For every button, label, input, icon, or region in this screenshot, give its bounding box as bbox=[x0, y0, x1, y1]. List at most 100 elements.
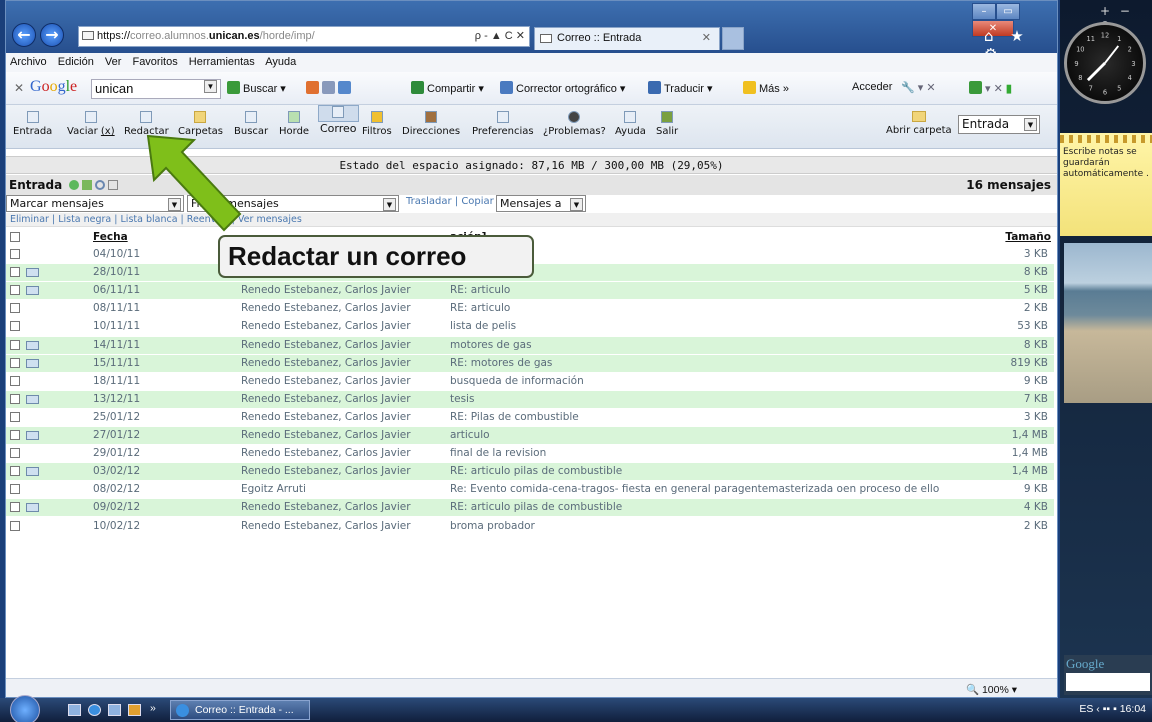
start-button[interactable] bbox=[10, 695, 40, 722]
tray-icons[interactable]: ‹ ▪▪ ▪ bbox=[1096, 703, 1119, 715]
ie-icon[interactable] bbox=[88, 704, 101, 716]
table-row[interactable]: 15/11/11 Renedo Estebanez, Carlos Javier R… bbox=[6, 354, 1054, 372]
table-row[interactable]: 08/02/12 Egoitz Arruti Re: Evento comida-c… bbox=[6, 481, 1054, 498]
row-from[interactable]: Renedo Estebanez, Carlos Javier bbox=[241, 300, 411, 317]
forward-button[interactable]: → bbox=[40, 23, 64, 47]
direcciones-button[interactable]: Direcciones bbox=[402, 111, 460, 137]
row-from[interactable]: Renedo Estebanez, Carlos Javier bbox=[241, 318, 411, 335]
row-subject[interactable]: broma probador bbox=[450, 518, 990, 535]
row-checkbox[interactable] bbox=[10, 339, 20, 350]
row-subject[interactable]: RE: articulo bbox=[450, 282, 990, 299]
menu-herramientas[interactable]: Herramientas bbox=[189, 56, 255, 68]
clock-time[interactable]: 16:04 bbox=[1120, 703, 1146, 715]
row-subject[interactable]: lista de pelis bbox=[450, 318, 990, 335]
chevron-down-icon[interactable]: ▼ bbox=[570, 198, 583, 211]
row-subject[interactable]: RE: Pilas de combustible bbox=[450, 409, 990, 426]
toolbar-close-icon[interactable]: ✕ bbox=[14, 81, 24, 95]
notes-gadget[interactable]: Escribe notas se guardarán automáticamen… bbox=[1060, 133, 1152, 236]
target-folder-select[interactable]: Mensajes a ▼ bbox=[496, 195, 586, 212]
zoom-control[interactable]: 🔍 100% ▾ bbox=[966, 683, 1017, 696]
ayuda-button[interactable]: Ayuda bbox=[615, 111, 646, 137]
table-row[interactable]: 13/12/11 Renedo Estebanez, Carlos Javier t… bbox=[6, 390, 1054, 408]
row-from[interactable]: Renedo Estebanez, Carlos Javier bbox=[241, 499, 411, 516]
row-checkbox[interactable] bbox=[10, 411, 20, 422]
table-row[interactable]: 27/01/12 Renedo Estebanez, Carlos Javier a… bbox=[6, 427, 1054, 444]
table-row[interactable]: 10/11/11 Renedo Estebanez, Carlos Javier l… bbox=[6, 318, 1054, 335]
chevron-down-icon[interactable]: ▼ bbox=[204, 80, 217, 93]
copiar-link[interactable]: Copiar bbox=[461, 196, 493, 207]
row-from[interactable]: Renedo Estebanez, Carlos Javier bbox=[241, 463, 411, 480]
folder-icon[interactable] bbox=[82, 180, 93, 190]
address-controls[interactable]: ρ - ▲ C ✕ bbox=[475, 27, 525, 46]
tab-correo[interactable]: Correo :: Entrada ✕ bbox=[534, 27, 720, 50]
menu-ver[interactable]: Ver bbox=[105, 56, 122, 68]
abrir-carpeta-button[interactable]: Abrir carpeta bbox=[886, 111, 952, 136]
corrector-button[interactable]: Corrector ortográfico ▾ bbox=[500, 81, 625, 95]
fecha-column-header[interactable]: Fecha bbox=[93, 229, 128, 246]
row-from[interactable]: Egoitz Arruti bbox=[241, 481, 306, 498]
minimize-button[interactable]: – bbox=[972, 3, 996, 20]
back-button[interactable]: ← bbox=[12, 23, 36, 47]
row-checkbox[interactable] bbox=[10, 321, 20, 332]
filtros-button[interactable]: Filtros bbox=[362, 111, 392, 137]
table-row[interactable]: 18/11/11 Renedo Estebanez, Carlos Javier b… bbox=[6, 373, 1054, 390]
folder-select[interactable]: Entrada ▼ bbox=[958, 115, 1040, 134]
row-subject[interactable]: Re: Evento comida-cena-tragos- fiesta en… bbox=[450, 481, 990, 498]
taskbar-window-button[interactable]: Correo :: Entrada - ... bbox=[170, 700, 310, 720]
google-search-input[interactable]: unican ▼ bbox=[91, 79, 221, 99]
chevron-down-icon[interactable]: ▼ bbox=[1024, 118, 1037, 131]
table-row[interactable]: 09/02/12 Renedo Estebanez, Carlos Javier R… bbox=[6, 499, 1054, 517]
table-row[interactable]: 14/11/11 Renedo Estebanez, Carlos Javier m… bbox=[6, 336, 1054, 354]
table-row[interactable]: 06/11/11 Renedo Estebanez, Carlos Javier R… bbox=[6, 282, 1054, 300]
chevron-down-icon[interactable]: ▼ bbox=[383, 198, 396, 211]
row-checkbox[interactable] bbox=[10, 267, 20, 278]
compartir-button[interactable]: Compartir ▾ bbox=[411, 81, 484, 95]
row-checkbox[interactable] bbox=[10, 303, 20, 314]
row-subject[interactable]: tesis bbox=[450, 391, 990, 408]
extension-controls[interactable]: ▾ ✕ ▮ bbox=[969, 81, 1012, 95]
row-from[interactable]: Renedo Estebanez, Carlos Javier bbox=[241, 373, 411, 390]
row-checkbox[interactable] bbox=[10, 520, 20, 531]
horde-button[interactable]: Horde bbox=[279, 111, 309, 137]
salir-button[interactable]: Salir bbox=[656, 111, 678, 137]
row-checkbox[interactable] bbox=[10, 357, 20, 368]
menu-edicion[interactable]: Edición bbox=[58, 56, 94, 68]
preferencias-button[interactable]: Preferencias bbox=[472, 111, 534, 137]
menu-archivo[interactable]: Archivo bbox=[10, 56, 47, 68]
row-checkbox[interactable] bbox=[10, 466, 20, 477]
row-from[interactable]: Renedo Estebanez, Carlos Javier bbox=[241, 282, 411, 299]
lista-negra-link[interactable]: Lista negra bbox=[58, 214, 111, 225]
refresh-icon[interactable] bbox=[69, 180, 80, 190]
vaciar-button[interactable]: Vaciar (x) bbox=[67, 111, 115, 137]
row-checkbox[interactable] bbox=[10, 285, 20, 296]
row-subject[interactable]: final de la revision bbox=[450, 445, 990, 462]
table-row[interactable]: 10/02/12 Renedo Estebanez, Carlos Javier b… bbox=[6, 518, 1054, 535]
table-row[interactable]: 03/02/12 Renedo Estebanez, Carlos Javier R… bbox=[6, 463, 1054, 481]
row-from[interactable]: Renedo Estebanez, Carlos Javier bbox=[241, 518, 411, 535]
trash-icon[interactable] bbox=[108, 180, 119, 190]
menu-ayuda[interactable]: Ayuda bbox=[265, 56, 296, 68]
google-gadget-input[interactable] bbox=[1066, 673, 1150, 691]
row-checkbox[interactable] bbox=[10, 430, 20, 440]
ver-mensajes-link[interactable]: Ver mensajes bbox=[238, 214, 302, 225]
row-checkbox[interactable] bbox=[10, 484, 20, 495]
row-checkbox[interactable] bbox=[10, 249, 20, 259]
acceder-link[interactable]: Acceder bbox=[852, 81, 892, 93]
tamano-column-header[interactable]: Tamaño bbox=[1005, 229, 1051, 246]
table-row[interactable]: 29/01/12 Renedo Estebanez, Carlos Javier f… bbox=[6, 445, 1054, 462]
media-icon[interactable] bbox=[128, 704, 141, 716]
row-from[interactable]: Renedo Estebanez, Carlos Javier bbox=[241, 445, 411, 462]
eliminar-link[interactable]: Eliminar bbox=[10, 214, 49, 225]
table-row[interactable]: 25/01/12 Renedo Estebanez, Carlos Javier R… bbox=[6, 409, 1054, 426]
restore-button[interactable]: ▭ bbox=[996, 3, 1020, 20]
mas-button[interactable]: Más » bbox=[743, 81, 789, 95]
trasladar-link[interactable]: Trasladar bbox=[406, 196, 452, 207]
row-subject[interactable]: motores de gas bbox=[450, 337, 990, 354]
row-checkbox[interactable] bbox=[10, 448, 20, 459]
address-bar[interactable]: https://correo.alumnos.unican.es/horde/i… bbox=[78, 26, 530, 47]
menu-favoritos[interactable]: Favoritos bbox=[132, 56, 177, 68]
table-row[interactable]: 08/11/11 Renedo Estebanez, Carlos Javier R… bbox=[6, 300, 1054, 317]
window-switch-icon[interactable] bbox=[108, 704, 121, 716]
problemas-button[interactable]: ¿Problemas? bbox=[543, 111, 606, 137]
row-from[interactable]: Renedo Estebanez, Carlos Javier bbox=[241, 355, 411, 372]
